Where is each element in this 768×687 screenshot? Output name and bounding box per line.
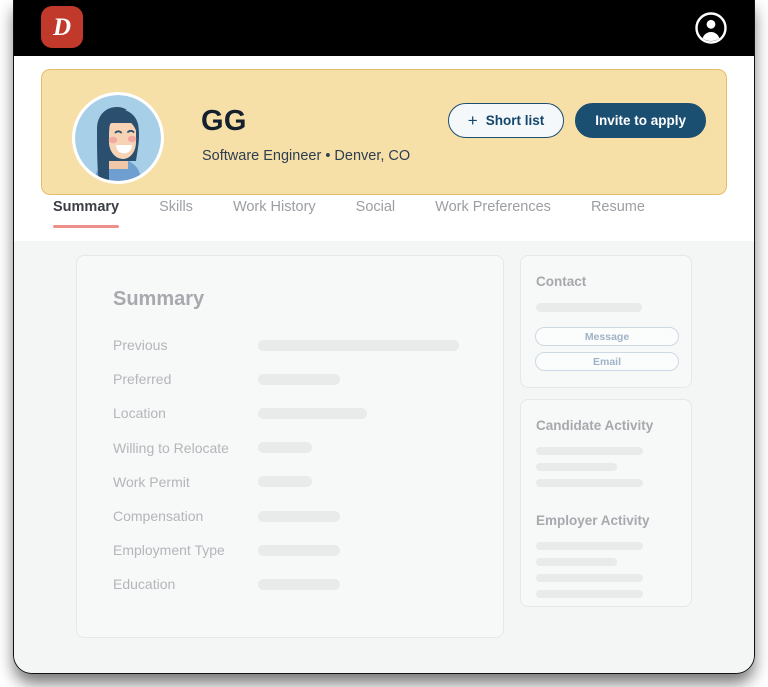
summary-row: Employment Type bbox=[113, 533, 483, 567]
tab-skills[interactable]: Skills bbox=[139, 196, 213, 228]
contact-panel-title: Contact bbox=[536, 274, 587, 289]
employer-activity-heading: Employer Activity bbox=[536, 513, 650, 528]
activity-placeholder-bar bbox=[536, 447, 643, 455]
summary-row-placeholder-bar bbox=[258, 339, 459, 351]
brand-logo[interactable]: D bbox=[41, 6, 83, 48]
employer-activity-section: Employer Activity bbox=[536, 513, 650, 606]
summary-row-label: Work Permit bbox=[113, 473, 190, 490]
email-button-label: Email bbox=[592, 355, 621, 368]
tab-resume-label: Resume bbox=[590, 199, 645, 215]
activity-placeholder-bar bbox=[536, 463, 617, 471]
summary-row-placeholder-bar bbox=[258, 510, 340, 522]
summary-panel: Summary Previous Preferred Location Willing… bbox=[76, 255, 504, 638]
candidate-activity-section: Candidate Activity bbox=[536, 418, 653, 495]
app-window: D GG Software Engineer • Denver, CO + Sh… bbox=[14, 0, 754, 673]
short-list-button-label: Short list bbox=[485, 113, 545, 128]
invite-to-apply-label: Invite to apply bbox=[595, 113, 686, 128]
summary-row-placeholder-bar bbox=[258, 578, 340, 590]
profile-tabs: Summary Skills Work History Social Work … bbox=[41, 196, 754, 241]
employer-activity-bars bbox=[536, 542, 650, 598]
contact-panel: Contact Message Email bbox=[520, 255, 692, 388]
tab-work-history[interactable]: Work History bbox=[213, 196, 336, 228]
message-button[interactable]: Message bbox=[535, 327, 679, 346]
summary-row-label: Willing to Relocate bbox=[113, 439, 229, 456]
activity-placeholder-bar bbox=[536, 479, 643, 487]
summary-row: Education bbox=[113, 567, 483, 601]
summary-rows: Previous Preferred Location Willing to Relo… bbox=[113, 328, 483, 602]
activity-placeholder-bar bbox=[536, 558, 617, 566]
tab-work-history-label: Work History bbox=[232, 199, 316, 215]
tab-summary[interactable]: Summary bbox=[41, 196, 139, 228]
summary-row-label: Preferred bbox=[113, 371, 172, 388]
tab-work-preferences-label: Work Preferences bbox=[435, 199, 551, 215]
summary-row-placeholder-bar bbox=[258, 544, 340, 556]
email-button[interactable]: Email bbox=[535, 352, 679, 371]
summary-row-placeholder-bar bbox=[258, 373, 340, 385]
plus-icon: + bbox=[467, 111, 478, 130]
summary-row-placeholder-bar bbox=[258, 407, 367, 419]
summary-row: Preferred bbox=[113, 362, 483, 396]
tab-skills-label: Skills bbox=[159, 199, 193, 215]
candidate-activity-bars bbox=[536, 447, 653, 487]
summary-row-label: Employment Type bbox=[113, 542, 225, 559]
tab-work-preferences[interactable]: Work Preferences bbox=[415, 196, 571, 228]
summary-row-placeholder-bar bbox=[258, 476, 312, 488]
summary-row-label: Compensation bbox=[113, 508, 204, 525]
top-navigation-bar: D bbox=[14, 0, 754, 56]
summary-row: Compensation bbox=[113, 499, 483, 533]
summary-row: Work Permit bbox=[113, 465, 483, 499]
tab-summary-label: Summary bbox=[53, 199, 120, 215]
candidate-activity-heading: Candidate Activity bbox=[536, 418, 654, 433]
summary-row: Willing to Relocate bbox=[113, 431, 483, 465]
contact-placeholder-bar bbox=[536, 303, 642, 312]
summary-row-label: Location bbox=[113, 405, 166, 422]
activity-placeholder-bar bbox=[536, 542, 643, 550]
summary-panel-title: Summary bbox=[113, 288, 205, 310]
activity-placeholder-bar bbox=[536, 590, 643, 598]
invite-to-apply-button[interactable]: Invite to apply bbox=[575, 103, 706, 138]
profile-header-panel: GG Software Engineer • Denver, CO + Shor… bbox=[14, 56, 754, 241]
candidate-banner: GG Software Engineer • Denver, CO + Shor… bbox=[41, 69, 727, 195]
candidate-meta: Software Engineer • Denver, CO bbox=[202, 148, 411, 164]
candidate-name: GG bbox=[201, 105, 247, 137]
summary-row-label: Education bbox=[113, 576, 176, 593]
short-list-button[interactable]: + Short list bbox=[447, 103, 565, 138]
brand-logo-letter: D bbox=[52, 13, 72, 41]
tab-social-label: Social bbox=[355, 199, 396, 215]
tab-resume[interactable]: Resume bbox=[571, 196, 665, 228]
banner-actions: + Short list Invite to apply bbox=[447, 103, 706, 138]
activity-panel: Candidate Activity Employer Activity bbox=[520, 399, 692, 607]
message-button-label: Message bbox=[584, 330, 630, 343]
summary-row: Location bbox=[113, 396, 483, 430]
summary-row-label: Previous bbox=[113, 337, 168, 354]
tab-social[interactable]: Social bbox=[336, 196, 416, 228]
avatar bbox=[72, 92, 164, 184]
activity-placeholder-bar bbox=[536, 574, 643, 582]
user-circle-icon[interactable] bbox=[694, 11, 728, 45]
profile-content-area: Summary Previous Preferred Location Willing… bbox=[14, 241, 754, 673]
summary-row: Previous bbox=[113, 328, 483, 362]
summary-row-placeholder-bar bbox=[258, 442, 312, 454]
